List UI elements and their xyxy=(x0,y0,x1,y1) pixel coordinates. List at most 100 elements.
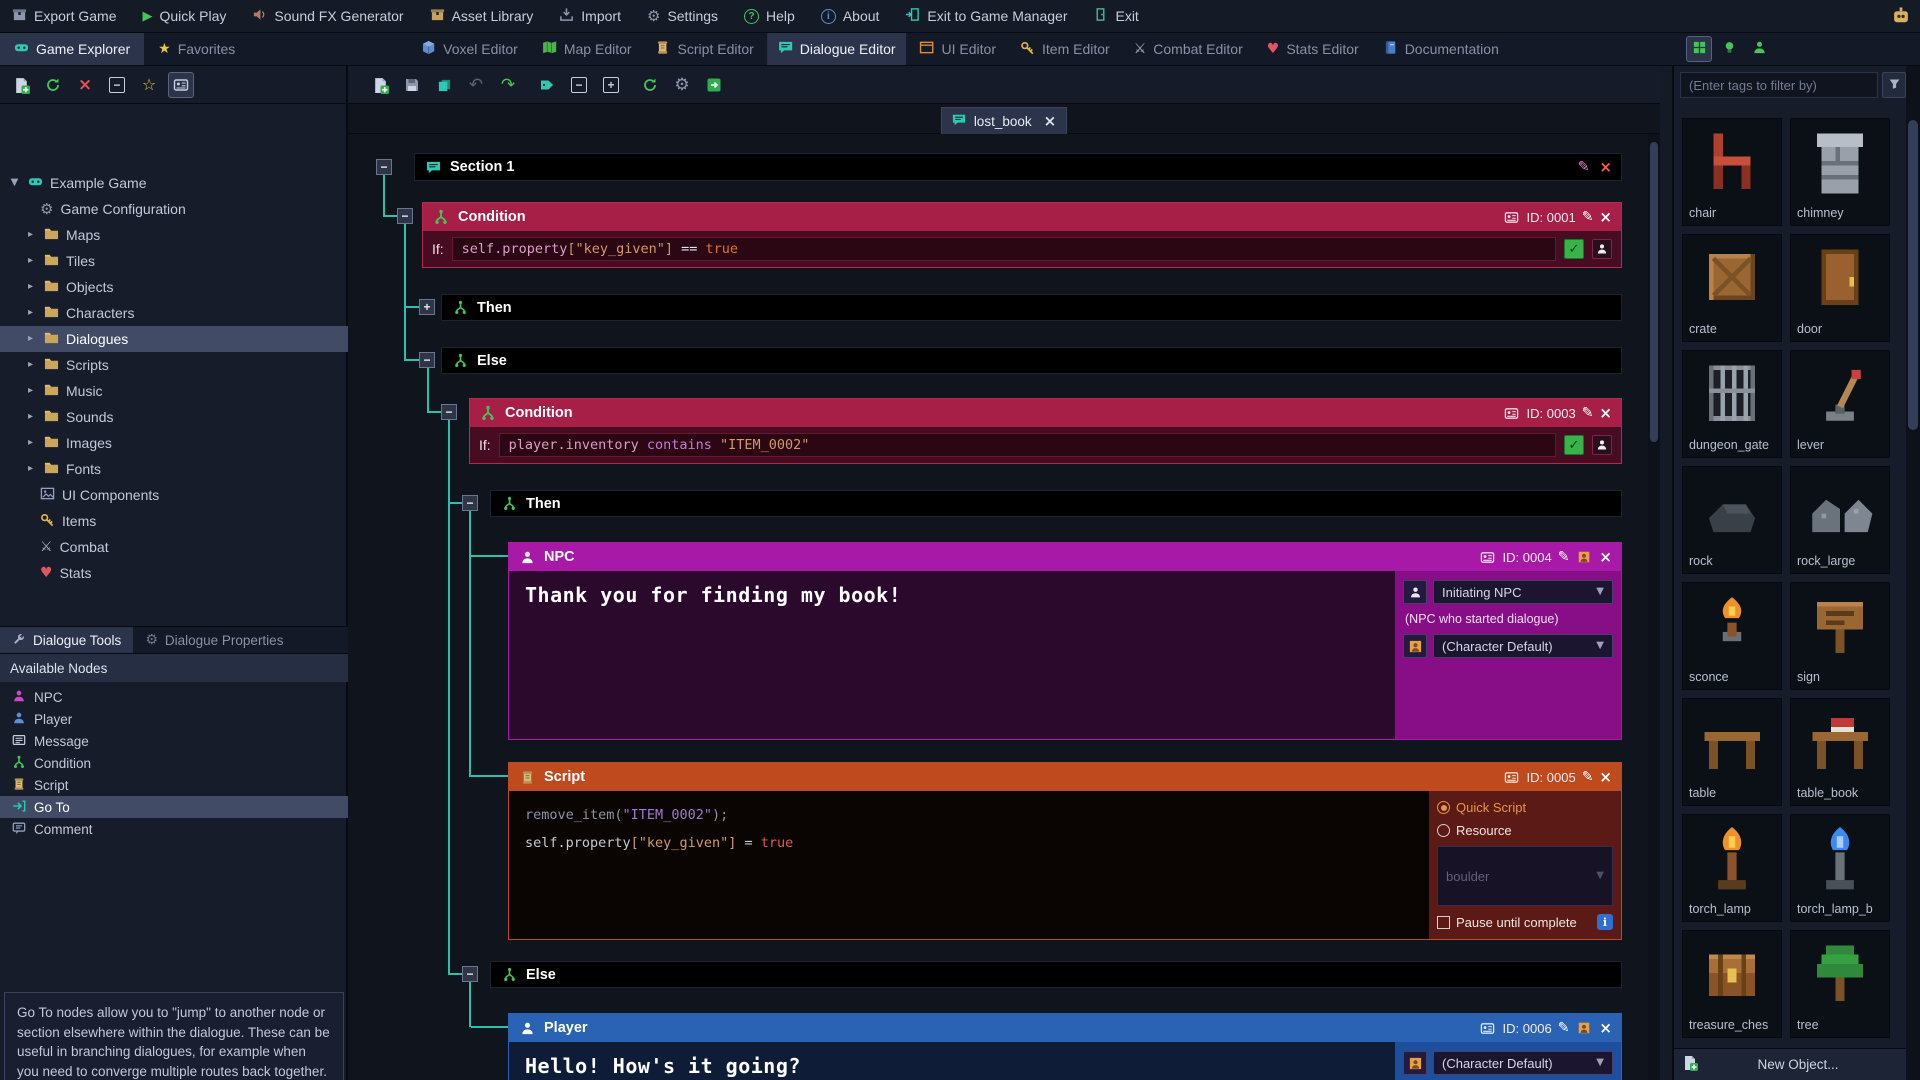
expand-arrow[interactable]: ▸ xyxy=(24,464,37,474)
panel-scrollbar-thumb[interactable] xyxy=(1908,120,1918,430)
tree-item-game-configuration[interactable]: ⚙Game Configuration xyxy=(0,196,348,222)
tab-dialogue-editor[interactable]: Dialogue Editor xyxy=(767,33,907,65)
menu-quick-play[interactable]: ▶Quick Play xyxy=(142,8,226,24)
expand-all-button[interactable]: + xyxy=(598,72,624,98)
pause-until-complete-checkbox[interactable]: Pause until completei xyxy=(1437,914,1613,930)
menu-asset-library[interactable]: Asset Library xyxy=(430,7,534,25)
else-bar[interactable]: Else xyxy=(490,961,1622,988)
section-bar[interactable]: Section 1 ✎ × xyxy=(414,153,1622,181)
menu-import[interactable]: Import xyxy=(559,7,621,25)
save-all-button[interactable] xyxy=(431,72,457,98)
node-palette-npc[interactable]: NPC xyxy=(0,686,348,708)
tab-documentation[interactable]: Documentation xyxy=(1372,33,1510,65)
menu-about[interactable]: iAbout xyxy=(821,8,880,24)
node-palette-player[interactable]: Player xyxy=(0,708,348,730)
tree-item-tiles[interactable]: ▸Tiles xyxy=(0,248,348,274)
tree-item-fonts[interactable]: ▸Fonts xyxy=(0,456,348,482)
tab-ui-editor[interactable]: UI Editor xyxy=(909,33,1007,65)
npc-message-text[interactable]: Thank you for finding my book! xyxy=(509,571,1395,739)
asset-table-book[interactable]: table_book xyxy=(1790,698,1890,806)
edit-section-button[interactable]: ✎ xyxy=(1578,160,1590,174)
npc-node-0004[interactable]: NPC ID: 0004✎× Thank you for finding my … xyxy=(508,542,1622,740)
delete-node-button[interactable]: × xyxy=(1599,1021,1612,1036)
asset-dungeon-gate[interactable]: dungeon_gate xyxy=(1682,350,1782,458)
panel-tab-lights[interactable] xyxy=(1716,36,1742,62)
refresh-button[interactable] xyxy=(637,72,663,98)
edit-node-button[interactable]: ✎ xyxy=(1558,550,1570,564)
asset-sign[interactable]: sign xyxy=(1790,582,1890,690)
character-default-dropdown[interactable]: (Character Default)▼ xyxy=(1433,1051,1613,1075)
expand-toggle[interactable]: + xyxy=(419,299,435,315)
tree-item-characters[interactable]: ▸Characters xyxy=(0,300,348,326)
tab-game-explorer[interactable]: Game Explorer xyxy=(0,33,144,65)
canvas-scrollbar-thumb[interactable] xyxy=(1650,142,1658,442)
expand-arrow[interactable]: ▸ xyxy=(24,360,37,370)
panel-tab-characters[interactable] xyxy=(1746,36,1772,62)
condition-target-button[interactable] xyxy=(1592,435,1612,455)
tree-item-objects[interactable]: ▸Objects xyxy=(0,274,348,300)
expand-arrow[interactable]: ▸ xyxy=(24,256,37,266)
collapse-toggle[interactable]: − xyxy=(376,159,392,175)
expand-arrow[interactable]: ▸ xyxy=(24,230,37,240)
condition-target-button[interactable] xyxy=(1592,239,1612,259)
script-node-0005[interactable]: Script ID: 0005✎× remove_item("ITEM_0002… xyxy=(508,762,1622,940)
then-bar[interactable]: Then xyxy=(441,294,1622,321)
asset-lever[interactable]: lever xyxy=(1790,350,1890,458)
menu-sound-fx[interactable]: Sound FX Generator xyxy=(252,7,403,25)
collapse-toggle[interactable]: − xyxy=(419,352,435,368)
tab-stats-editor[interactable]: ♥Stats Editor xyxy=(1256,33,1370,65)
initiating-npc-dropdown[interactable]: Initiating NPC▼ xyxy=(1433,580,1613,604)
menu-help[interactable]: ?Help xyxy=(744,8,795,24)
portrait-button[interactable] xyxy=(1575,548,1593,566)
node-palette-comment[interactable]: Comment xyxy=(0,818,348,840)
close-icon[interactable]: × xyxy=(1044,114,1057,129)
tag-filter-input[interactable] xyxy=(1680,72,1878,98)
portrait-button[interactable] xyxy=(1575,1019,1593,1037)
asset-tree[interactable]: tree xyxy=(1790,930,1890,1038)
filter-button[interactable] xyxy=(1882,72,1906,98)
collapse-tree-button[interactable]: − xyxy=(104,72,130,98)
redo-button[interactable]: ↷ xyxy=(495,72,521,98)
tab-favorites[interactable]: ★Favorites xyxy=(144,33,249,65)
tree-item-items[interactable]: Items xyxy=(0,508,348,534)
edit-node-button[interactable]: ✎ xyxy=(1582,770,1594,784)
tree-item-example-game[interactable]: ▼Example Game xyxy=(0,170,348,196)
asset-chair[interactable]: chair xyxy=(1682,118,1782,226)
delete-node-button[interactable]: × xyxy=(1599,770,1612,785)
asset-table[interactable]: table xyxy=(1682,698,1782,806)
player-message-text[interactable]: Hello! How's it going? xyxy=(509,1042,1395,1080)
menu-settings[interactable]: ⚙Settings xyxy=(647,8,718,24)
expand-arrow[interactable]: ▸ xyxy=(24,308,37,318)
collapse-toggle[interactable]: − xyxy=(462,495,478,511)
favorite-button[interactable]: ☆ xyxy=(136,72,162,98)
tab-dialogue-properties[interactable]: ⚙Dialogue Properties xyxy=(133,627,295,653)
delete-section-button[interactable]: × xyxy=(1599,160,1612,175)
asset-rock-large[interactable]: rock_large xyxy=(1790,466,1890,574)
document-tab-lost-book[interactable]: lost_book × xyxy=(941,107,1067,134)
tree-item-sounds[interactable]: ▸Sounds xyxy=(0,404,348,430)
expand-arrow[interactable]: ▼ xyxy=(8,178,21,188)
new-dialogue-button[interactable] xyxy=(367,72,393,98)
panel-tab-objects[interactable] xyxy=(1686,36,1712,62)
tree-item-dialogues[interactable]: ▸Dialogues xyxy=(0,326,348,352)
profile-robot-icon[interactable] xyxy=(1890,5,1912,30)
condition-node-0003[interactable]: Condition ID: 0003✎× If: player.inventor… xyxy=(469,398,1622,464)
collapse-all-button[interactable]: − xyxy=(566,72,592,98)
tab-dialogue-tools[interactable]: Dialogue Tools xyxy=(0,627,133,653)
expand-arrow[interactable]: ▸ xyxy=(24,438,37,448)
tree-item-maps[interactable]: ▸Maps xyxy=(0,222,348,248)
tab-map-editor[interactable]: Map Editor xyxy=(531,33,643,65)
tree-item-ui-components[interactable]: UI Components xyxy=(0,482,348,508)
asset-torch-lamp[interactable]: torch_lamp xyxy=(1682,814,1782,922)
menu-exit-game-manager[interactable]: Exit to Game Manager xyxy=(905,7,1067,25)
new-object-bar[interactable]: New Object... xyxy=(1674,1048,1906,1080)
condition-expression-field[interactable]: player.inventory contains "ITEM_0002" xyxy=(499,433,1556,457)
new-resource-button[interactable] xyxy=(8,72,34,98)
expand-arrow[interactable]: ▸ xyxy=(24,334,37,344)
asset-rock[interactable]: rock xyxy=(1682,466,1782,574)
collapse-toggle[interactable]: − xyxy=(441,404,457,420)
character-default-dropdown[interactable]: (Character Default)▼ xyxy=(1433,634,1613,658)
tab-script-editor[interactable]: Script Editor xyxy=(645,33,765,65)
delete-node-button[interactable]: × xyxy=(1599,550,1612,565)
portrait-select-button[interactable] xyxy=(1403,1051,1427,1075)
